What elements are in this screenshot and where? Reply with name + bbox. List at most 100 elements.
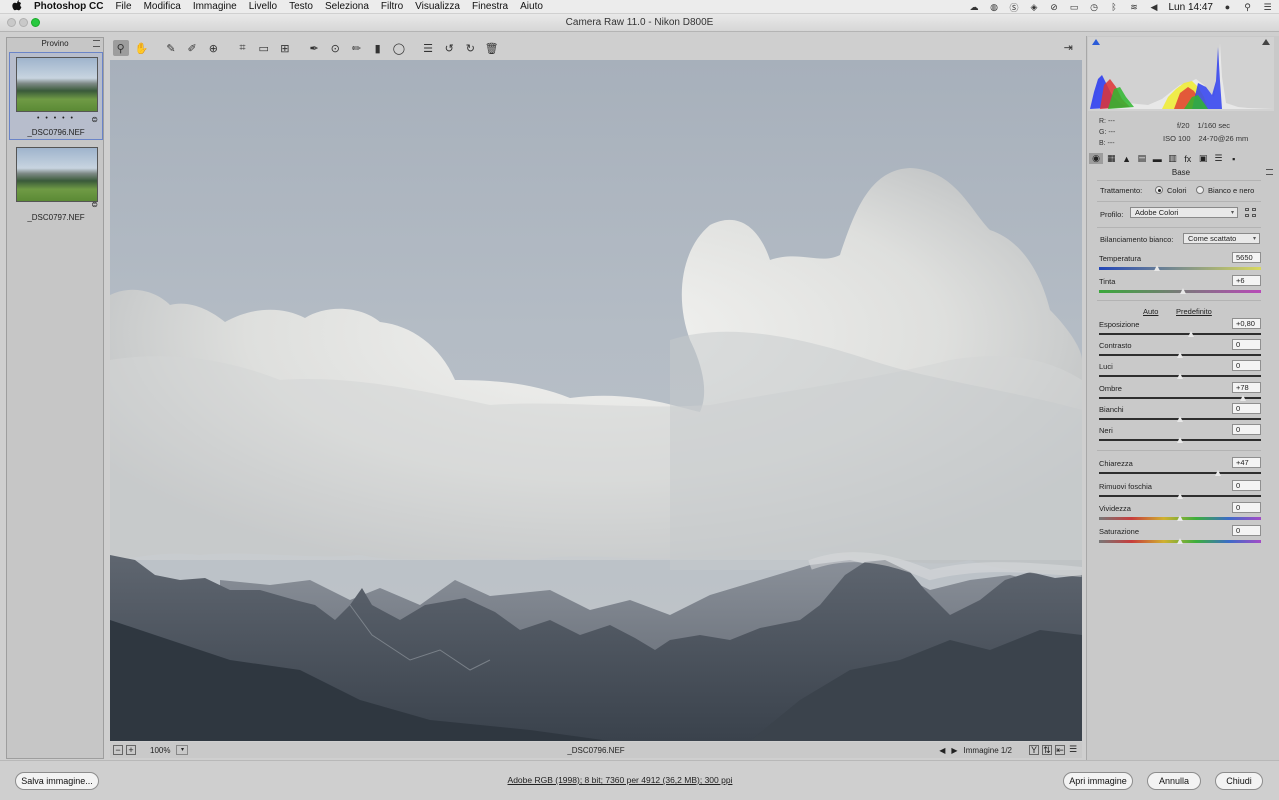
notifications-icon[interactable]: ☰ [1262,2,1273,12]
menu-testo[interactable]: Testo [289,1,313,12]
white-balance-select[interactable]: Come scattato ▾ [1183,233,1260,244]
hand-icon[interactable]: ✋ [134,40,150,56]
menu-modifica[interactable]: Modifica [144,1,181,12]
tab-lens-corrections-icon[interactable]: ▥ [1165,153,1179,164]
filmstrip-menu-icon[interactable] [93,40,100,47]
slider-thumb[interactable] [1176,515,1183,521]
close-window-button[interactable] [7,18,16,27]
treatment-bw-label[interactable]: Bianco e nero [1208,186,1254,195]
menu-seleziona[interactable]: Seleziona [325,1,369,12]
menu-filtro[interactable]: Filtro [381,1,403,12]
slider-thumb[interactable] [1176,538,1183,544]
profile-browser-icon[interactable] [1245,208,1257,218]
slider-track[interactable] [1099,472,1261,474]
next-image-icon[interactable]: ▶ [951,746,957,755]
slider-value-input[interactable]: +47 [1232,457,1261,468]
spot-removal-icon[interactable]: ✒ [306,40,322,56]
shadow-clipping-icon[interactable] [1092,39,1100,45]
slider-value-input[interactable]: 0 [1232,339,1261,350]
trash-icon[interactable]: 🗑 [484,40,500,56]
rotate-left-icon[interactable]: ↺ [441,40,457,56]
tab-hsl-icon[interactable]: ▤ [1135,153,1149,164]
cancel-button[interactable]: Annulla [1147,772,1201,790]
menu-app-name[interactable]: Photoshop CC [34,1,103,12]
tab-effects-icon[interactable]: fx [1181,153,1195,164]
tab-split-toning-icon[interactable]: ▬ [1150,153,1164,164]
menubar-clock[interactable]: Lun 14:47 [1169,2,1214,13]
slider-track[interactable] [1099,397,1261,399]
time-machine-icon[interactable]: ◷ [1089,2,1100,12]
bluetooth-icon[interactable]: ᛒ [1109,2,1120,12]
slider-value-input[interactable]: 0 [1232,360,1261,371]
vpn-icon[interactable]: ⊘ [1049,2,1060,12]
wifi-icon[interactable]: ≋ [1129,2,1140,12]
targeted-adjustment-icon[interactable]: ⊕ [205,40,221,56]
white-balance-icon[interactable]: ✎ [163,40,179,56]
slider-value-input[interactable]: 0 [1232,480,1261,491]
menu-immagine[interactable]: Immagine [193,1,237,12]
dropbox-icon[interactable]: ◈ [1029,2,1040,12]
tab-tone-curve-icon[interactable]: ▦ [1104,153,1118,164]
slider-value-input[interactable]: 0 [1232,525,1261,536]
thumbnail-image[interactable] [16,147,98,202]
sync-icon[interactable]: ◍ [989,2,1000,12]
zoom-icon[interactable]: ⚲ [112,40,129,56]
fullscreen-toggle-icon[interactable]: ⇥ [1061,40,1075,54]
filmstrip-item[interactable]: • • • • • ⊜ _DSC0796.NEF [9,52,103,140]
slider-value-input[interactable]: +78 [1232,382,1261,393]
straighten-icon[interactable]: ▭ [256,40,272,56]
before-after-icon[interactable]: Y [1029,745,1039,755]
radial-filter-icon[interactable]: ◯ [391,40,407,56]
spotlight-icon[interactable]: ⚲ [1242,2,1253,12]
creative-cloud-icon[interactable]: ☁ [969,2,980,12]
tab-snapshots-icon[interactable]: ▪ [1227,153,1241,164]
volume-icon[interactable]: ◀ [1149,2,1160,12]
slider-thumb[interactable] [1214,470,1221,476]
apple-menu-icon[interactable] [0,0,34,14]
slider-thumb[interactable] [1153,265,1160,271]
copy-settings-icon[interactable]: ⇤ [1055,745,1065,755]
slider-thumb[interactable] [1187,331,1194,337]
workflow-options-link[interactable]: Adobe RGB (1998); 8 bit; 7360 per 4912 (… [0,775,1240,785]
tab-basic-icon[interactable]: ◉ [1089,153,1103,164]
slider-value-input[interactable]: +0,80 [1232,318,1261,329]
graduated-filter-icon[interactable]: ▮ [370,40,386,56]
menu-finestra[interactable]: Finestra [472,1,508,12]
fullscreen-window-button[interactable] [31,18,40,27]
tab-detail-icon[interactable]: ▲ [1120,153,1134,164]
default-link[interactable]: Predefinito [1176,307,1212,316]
preview-preferences-icon[interactable]: ☰ [1068,745,1078,755]
menu-aiuto[interactable]: Aiuto [520,1,543,12]
rotate-right-icon[interactable]: ↻ [462,40,478,56]
slider-thumb[interactable] [1176,437,1183,443]
slider-value-input[interactable]: 0 [1232,502,1261,513]
skype-icon[interactable]: Ⓢ [1009,2,1020,13]
close-button[interactable]: Chiudi [1215,772,1263,790]
minimize-window-button[interactable] [19,18,28,27]
slider-thumb[interactable] [1176,493,1183,499]
open-image-button[interactable]: Apri immagine [1063,772,1133,790]
tab-presets-icon[interactable]: ☰ [1211,153,1225,164]
red-eye-icon[interactable]: ⊙ [327,40,343,56]
image-preview[interactable] [110,60,1082,741]
swap-settings-icon[interactable]: ⇅ [1042,745,1052,755]
preferences-icon[interactable]: ☰ [420,40,436,56]
previous-image-icon[interactable]: ◀ [939,746,945,755]
slider-thumb[interactable] [1176,416,1183,422]
color-sampler-icon[interactable]: ✐ [184,40,200,56]
crop-icon[interactable]: ⌗ [235,40,251,56]
panel-menu-icon[interactable] [1266,169,1273,175]
slider-thumb[interactable] [1179,288,1186,294]
treatment-bw-radio[interactable] [1196,186,1204,194]
transform-icon[interactable]: ⊞ [277,40,293,56]
slider-track[interactable] [1099,267,1261,270]
auto-link[interactable]: Auto [1143,307,1158,316]
slider-value-input[interactable]: 0 [1232,424,1261,435]
menu-visualizza[interactable]: Visualizza [415,1,460,12]
highlight-clipping-icon[interactable] [1262,39,1270,45]
slider-value-input[interactable]: +6 [1232,275,1261,286]
slider-thumb[interactable] [1239,395,1246,401]
adjustment-brush-icon[interactable]: ✏ [348,40,364,56]
profile-select[interactable]: Adobe Colori ▾ [1130,207,1238,218]
tab-calibration-icon[interactable]: ▣ [1196,153,1210,164]
